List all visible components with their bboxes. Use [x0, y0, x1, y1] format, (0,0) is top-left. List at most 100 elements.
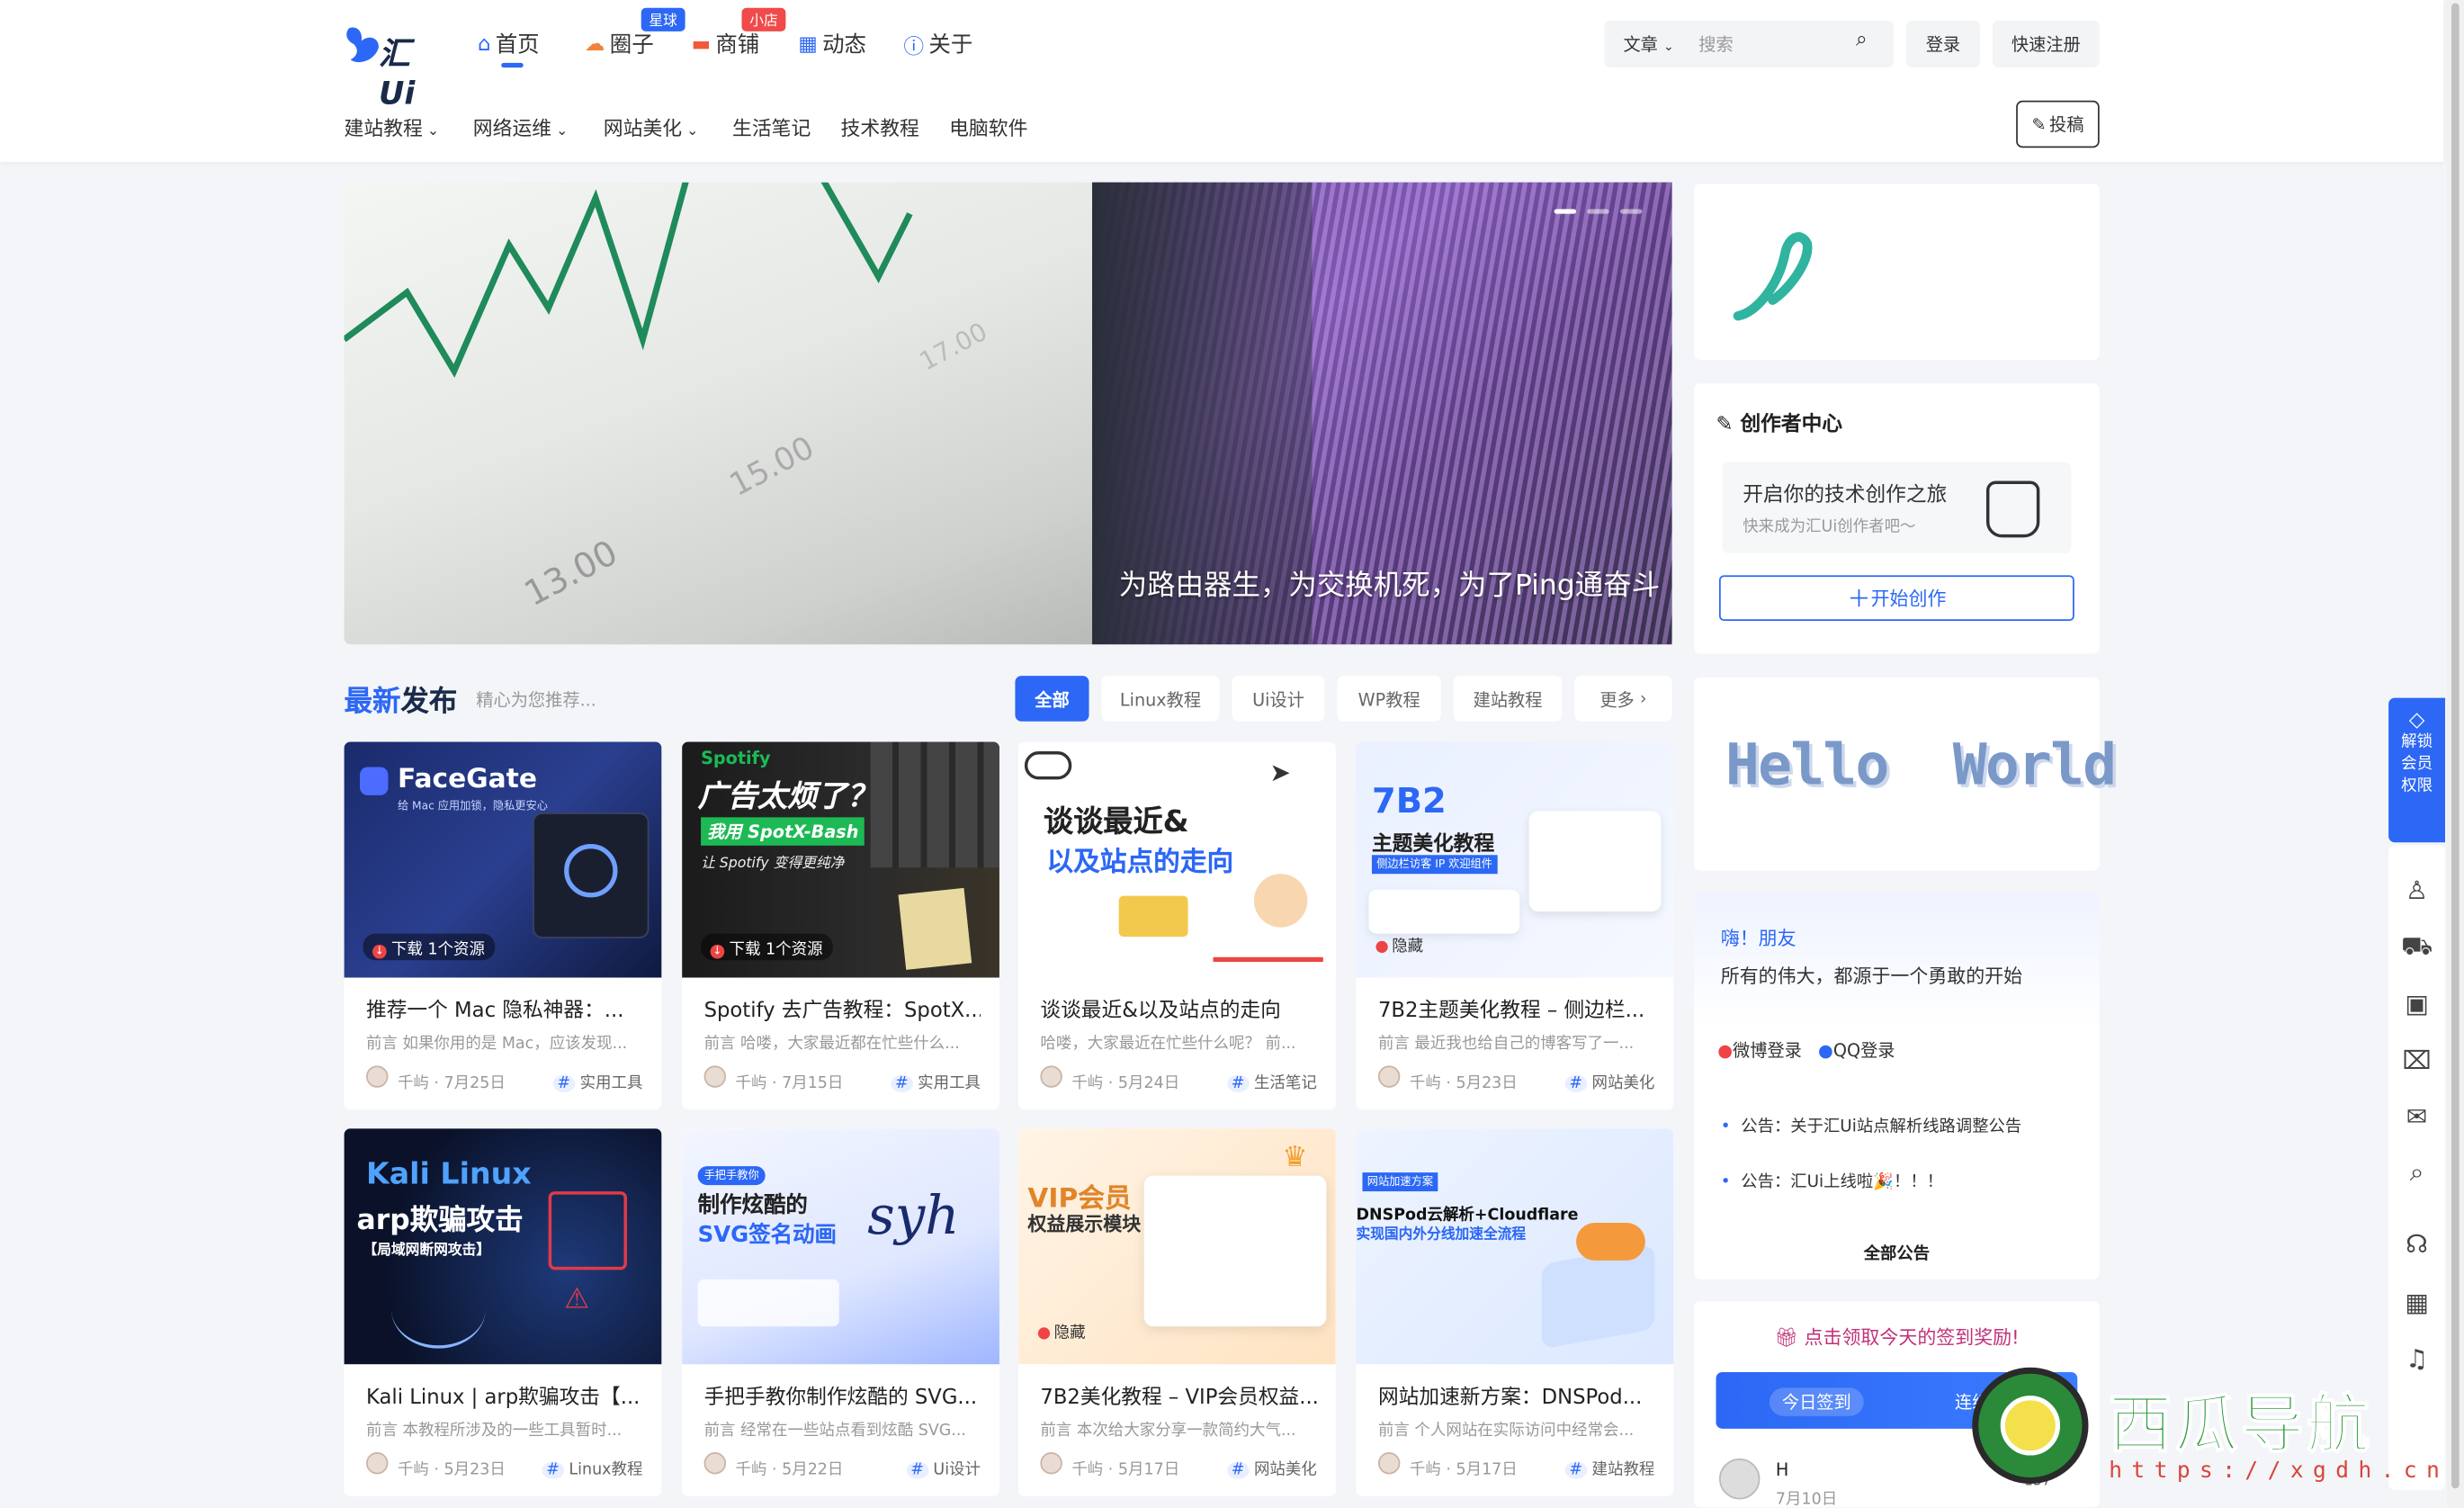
message-icon[interactable]: ✉ — [2388, 1100, 2445, 1132]
post-thumbnail[interactable]: Spotify 广告太烦了？ 我用 SpotX-Bash 让 Spotify 变… — [682, 741, 999, 978]
tab-linux[interactable]: Linux教程 — [1101, 676, 1220, 722]
post-thumbnail[interactable]: 网站加速方案 DNSPod云解析+Cloudflare 实现国内外分线加速全流程 — [1356, 1128, 1674, 1365]
slider-dot-1[interactable] — [1554, 209, 1577, 214]
post-button[interactable]: ✎ 投稿 — [2016, 100, 2100, 148]
slider-image-chart[interactable]: 13.00 15.00 17.00 — [344, 182, 1093, 645]
subnav-item-2[interactable]: 网站美化 ⌄ — [604, 112, 699, 141]
post-tag[interactable]: # 实用工具 — [890, 1069, 981, 1093]
tab-wp[interactable]: WP教程 — [1337, 676, 1441, 722]
subnav-item-1[interactable]: 网络运维 ⌄ — [473, 112, 569, 141]
post-title[interactable]: 7B2主题美化教程 – 侧边栏... — [1378, 993, 1654, 1023]
nav-shop[interactable]: ▬ 商铺 小店 — [692, 7, 786, 59]
tab-site[interactable]: 建站教程 — [1453, 676, 1563, 722]
post-tag[interactable]: # 建站教程 — [1564, 1456, 1654, 1479]
author-name[interactable]: 千屿 — [1410, 1075, 1441, 1092]
post-card[interactable]: 谈谈最近& 以及站点的走向 ➤ 谈谈最近&以及站点的走向 哈喽，大家最近在忙些什… — [1017, 741, 1336, 1110]
author-avatar[interactable] — [1040, 1065, 1062, 1088]
post-thumbnail[interactable]: 谈谈最近& 以及站点的走向 ➤ — [1017, 741, 1336, 978]
post-thumbnail[interactable]: 7B2 主题美化教程 侧边栏访客 IP 欢迎组件 ● 隐藏 — [1356, 741, 1674, 978]
checkin-tip[interactable]: 🎁︎ 点击领取今天的签到奖励! — [1694, 1324, 2100, 1351]
nav-dynamic[interactable]: ▦ 动态 — [798, 28, 866, 59]
post-tag[interactable]: # 实用工具 — [552, 1069, 642, 1093]
post-title[interactable]: 网站加速新方案：DNSPod... — [1378, 1380, 1654, 1410]
post-title[interactable]: Spotify 去广告教程：SpotX... — [704, 993, 981, 1023]
search-input[interactable]: 搜索 — [1698, 31, 1733, 57]
checkin-today-button[interactable]: 今日签到 — [1769, 1387, 1864, 1416]
nav-circle[interactable]: ☁ 圈子 星球 — [585, 7, 685, 59]
post-title[interactable]: Kali Linux | arp欺骗攻击【... — [366, 1380, 642, 1410]
site-logo[interactable]: 汇Ui — [345, 22, 439, 112]
post-title[interactable]: 推荐一个 Mac 隐私神器：... — [366, 993, 642, 1023]
user-avatar[interactable] — [1718, 1459, 1761, 1500]
post-tag[interactable]: # Ui设计 — [906, 1456, 981, 1479]
post-card[interactable]: Kali Linux arp欺骗攻击 【局域网断网攻击】 ⚠ Kali Linu… — [344, 1128, 662, 1496]
nav-home[interactable]: ⌂ 首页 — [478, 28, 540, 59]
tab-ui[interactable]: Ui设计 — [1232, 676, 1325, 722]
slider-caption[interactable]: 为路由器生，为交换机死，为了Ping通奋斗 — [1119, 562, 1660, 603]
start-creating-button[interactable]: ＋开始创作 — [1718, 575, 2074, 621]
post-thumbnail[interactable]: 手把手教你 制作炫酷的 SVG签名动画 syh — [682, 1128, 999, 1365]
qq-login-link[interactable]: ●QQ登录 — [1818, 1037, 1895, 1063]
post-title[interactable]: 谈谈最近&以及站点的走向 — [1040, 993, 1316, 1023]
slider-dot-2[interactable] — [1587, 209, 1609, 214]
post-card[interactable]: 网站加速方案 DNSPod云解析+Cloudflare 实现国内外分线加速全流程… — [1356, 1128, 1674, 1496]
author-avatar[interactable] — [703, 1065, 727, 1088]
notice-item[interactable]: • 公告：汇Ui上线啦🎉！！！ — [1721, 1170, 1943, 1193]
page-scrollbar[interactable] — [2446, 0, 2464, 1508]
author-avatar[interactable] — [1377, 1452, 1401, 1475]
subnav-item-3[interactable]: 生活笔记 — [732, 112, 811, 141]
search-box[interactable]: 文章 ⌄ 搜索 ⌕ — [1604, 20, 1894, 68]
author-avatar[interactable] — [703, 1452, 727, 1475]
subnav-item-5[interactable]: 电脑软件 — [949, 112, 1027, 141]
weibo-login-link[interactable]: ●微博登录 — [1717, 1037, 1802, 1063]
post-tag[interactable]: # Linux教程 — [542, 1456, 642, 1479]
subnav-item-0[interactable]: 建站教程 ⌄ — [345, 112, 440, 141]
register-button[interactable]: 快速注册 — [1992, 20, 2100, 68]
login-button[interactable]: 登录 — [1905, 20, 1980, 68]
search-type-select[interactable]: 文章 ⌄ — [1623, 31, 1673, 57]
bell-icon[interactable]: ♫ — [2388, 1342, 2445, 1374]
author-avatar[interactable] — [1377, 1065, 1401, 1088]
user-icon[interactable]: ♙ — [2388, 874, 2445, 905]
ticket-icon[interactable]: ▣ — [2388, 987, 2445, 1019]
post-card[interactable]: FaceGate 给 Mac 应用加锁，隐私更安心 ↓ 下载 1个资源 推荐一个 … — [344, 741, 662, 1110]
author-name[interactable]: 千屿 — [398, 1462, 429, 1479]
author-name[interactable]: 千屿 — [1071, 1075, 1103, 1092]
post-thumbnail[interactable]: Kali Linux arp欺骗攻击 【局域网断网攻击】 ⚠ — [344, 1128, 662, 1365]
cart-icon[interactable]: ⛟ — [2388, 929, 2445, 962]
post-thumbnail[interactable]: VIP会员 权益展示模块 ♛ ● 隐藏 — [1017, 1128, 1336, 1365]
user-name[interactable]: H — [1776, 1460, 1788, 1481]
tab-more[interactable]: 更多 › — [1574, 676, 1672, 722]
post-thumbnail[interactable]: FaceGate 给 Mac 应用加锁，隐私更安心 ↓ 下载 1个资源 — [344, 741, 662, 978]
post-title[interactable]: 手把手教你制作炫酷的 SVG... — [704, 1380, 981, 1410]
post-card[interactable]: Spotify 广告太烦了？ 我用 SpotX-Bash 让 Spotify 变… — [682, 741, 999, 1110]
all-notices-link[interactable]: 全部公告 — [1694, 1242, 2100, 1265]
author-name[interactable]: 千屿 — [736, 1462, 767, 1479]
author-name[interactable]: 千屿 — [1410, 1462, 1441, 1479]
post-card[interactable]: 7B2 主题美化教程 侧边栏访客 IP 欢迎组件 ● 隐藏 7B2主题美化教程 –… — [1356, 741, 1674, 1110]
creator-banner[interactable]: 开启你的技术创作之旅 快来成为汇Ui创作者吧～ — [1722, 462, 2072, 553]
headset-icon[interactable]: ☊ — [2388, 1227, 2445, 1259]
gift-icon[interactable]: ⌧ — [2388, 1044, 2445, 1075]
author-name[interactable]: 千屿 — [398, 1075, 429, 1092]
subnav-item-4[interactable]: 技术教程 — [841, 112, 919, 141]
author-avatar[interactable] — [366, 1065, 389, 1088]
post-tag[interactable]: # 网站美化 — [1564, 1069, 1654, 1093]
author-avatar[interactable] — [366, 1452, 389, 1475]
author-avatar[interactable] — [1040, 1452, 1062, 1475]
post-card[interactable]: VIP会员 权益展示模块 ♛ ● 隐藏 7B2美化教程 – VIP会员权益... … — [1017, 1128, 1336, 1496]
post-tag[interactable]: # 网站美化 — [1226, 1456, 1317, 1479]
qrcode-icon[interactable]: ▦ — [2388, 1286, 2445, 1317]
notice-item[interactable]: • 公告：关于汇Ui站点解析线路调整公告 — [1721, 1114, 2022, 1137]
slider-dot-3[interactable] — [1619, 209, 1643, 214]
scrollbar-thumb[interactable] — [2451, 3, 2460, 1489]
post-tag[interactable]: # 生活笔记 — [1226, 1069, 1317, 1093]
tab-all[interactable]: 全部 — [1015, 676, 1089, 722]
post-title[interactable]: 7B2美化教程 – VIP会员权益... — [1040, 1380, 1316, 1410]
nav-about[interactable]: ⓘ 关于 — [903, 28, 972, 59]
author-name[interactable]: 千屿 — [736, 1075, 767, 1092]
post-card[interactable]: 手把手教你 制作炫酷的 SVG签名动画 syh 手把手教你制作炫酷的 SVG..… — [682, 1128, 999, 1496]
search-icon[interactable]: ⌕ — [2388, 1157, 2445, 1189]
author-name[interactable]: 千屿 — [1071, 1462, 1103, 1479]
search-icon[interactable]: ⌕ — [1856, 28, 1868, 51]
